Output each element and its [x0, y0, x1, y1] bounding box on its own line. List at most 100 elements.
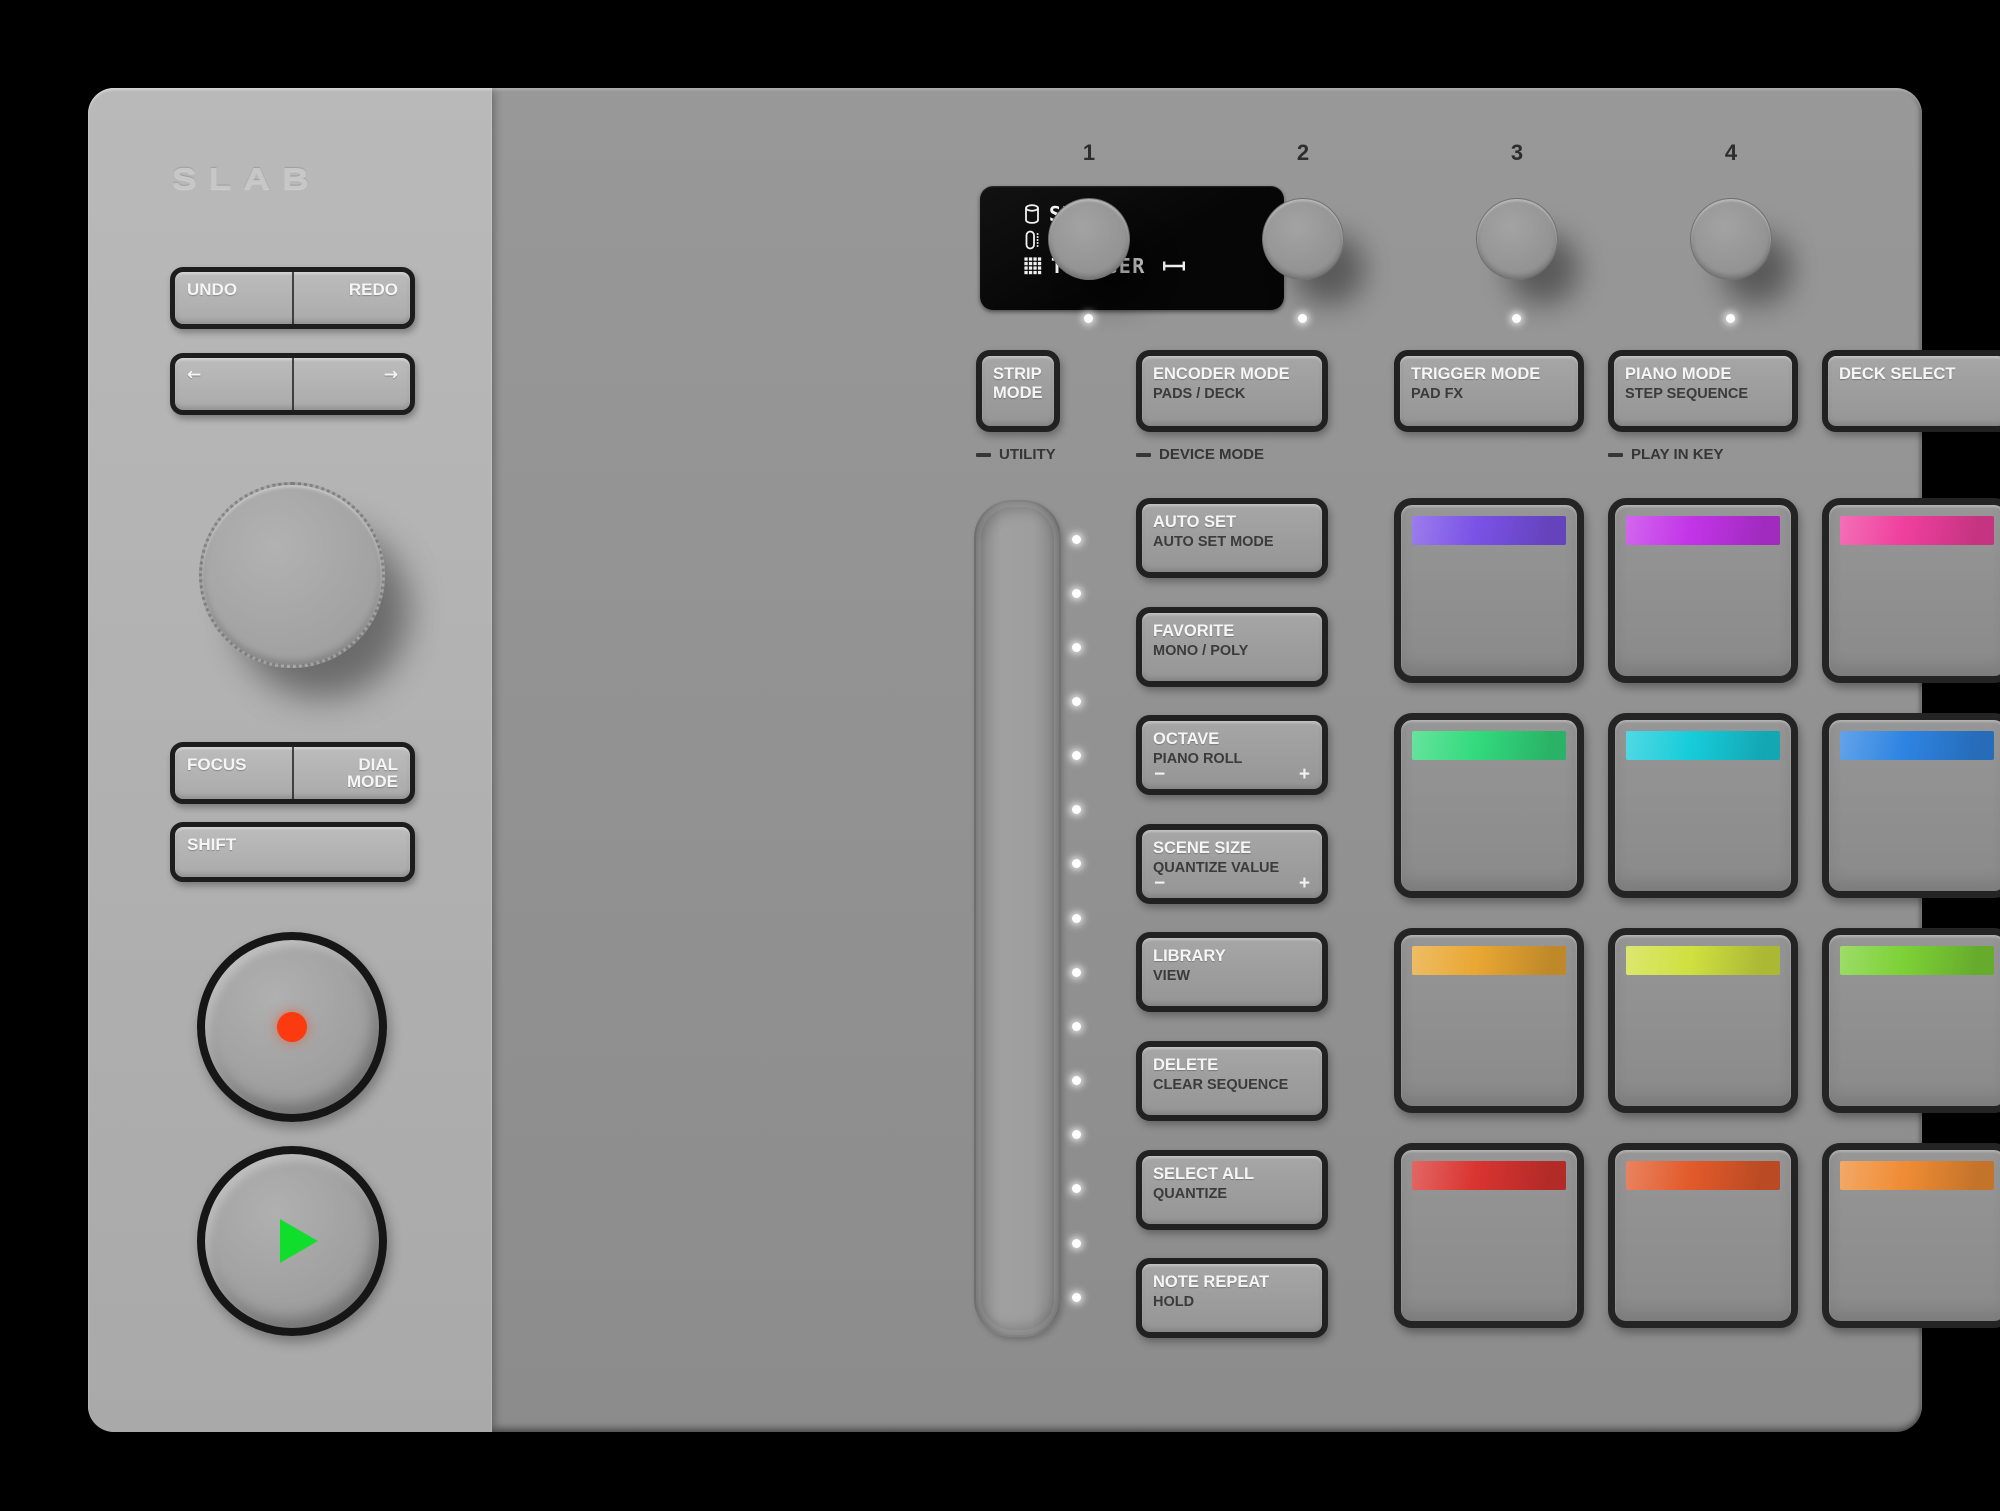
delete-title: DELETE: [1153, 1056, 1311, 1075]
strip-led-7: [1072, 859, 1081, 868]
select-all-title: SELECT ALL: [1153, 1165, 1311, 1184]
play-in-key-sublabel: PLAY IN KEY: [1608, 446, 1724, 463]
left-arrow-icon: ←: [187, 365, 201, 385]
pad-r2-c2[interactable]: [1608, 713, 1798, 898]
strip-led-5: [1072, 751, 1081, 760]
touch-strip[interactable]: [974, 500, 1061, 1337]
pad-r1-c1[interactable]: [1394, 498, 1584, 683]
piano-mode-subtitle: STEP SEQUENCE: [1625, 387, 1781, 403]
trigger-mode-button[interactable]: TRIGGER MODE PAD FX: [1394, 350, 1584, 432]
octave-subtitle: PIANO ROLL: [1153, 752, 1311, 768]
strip-led-4: [1072, 697, 1081, 706]
favorite-subtitle: MONO / POLY: [1153, 644, 1311, 660]
focus-dialmode-button-group: FOCUS DIAL MODE: [170, 742, 415, 804]
favorite-title: FAVORITE: [1153, 622, 1311, 641]
pad-r4-c1[interactable]: [1394, 1143, 1584, 1328]
encoder-knob-4[interactable]: [1690, 198, 1772, 280]
scene-size-subtitle: QUANTIZE VALUE: [1153, 861, 1311, 877]
encoder-mode-button[interactable]: ENCODER MODE PADS / DECK: [1136, 350, 1328, 432]
pad-color-bar: [1840, 731, 1994, 760]
deck-select-title: DECK SELECT: [1839, 365, 1995, 384]
piano-mode-title: PIANO MODE: [1625, 365, 1781, 384]
shift-button[interactable]: SHIFT: [170, 822, 415, 882]
pad-r4-c3[interactable]: [1822, 1143, 2000, 1328]
knob-1-number-label: 1: [1048, 140, 1130, 166]
scene-size-minus-label: −: [1154, 874, 1165, 893]
pad-color-bar: [1840, 1161, 1994, 1190]
knob-4-led: [1726, 314, 1735, 323]
octave-minus-label: −: [1154, 765, 1165, 784]
octave-button[interactable]: OCTAVE PIANO ROLL − +: [1136, 715, 1328, 795]
strip-led-3: [1072, 643, 1081, 652]
trigger-mode-title: TRIGGER MODE: [1411, 365, 1567, 384]
library-button[interactable]: LIBRARY VIEW: [1136, 932, 1328, 1012]
deck-select-button[interactable]: DECK SELECT: [1822, 350, 2000, 432]
encoder-knob-1[interactable]: [1048, 198, 1130, 280]
auto-set-button[interactable]: AUTO SET AUTO SET MODE: [1136, 498, 1328, 578]
note-repeat-button[interactable]: NOTE REPEAT HOLD: [1136, 1258, 1328, 1338]
pad-color-bar: [1412, 516, 1566, 545]
left-panel: SLAB UNDO REDO ← → FOCUS DIAL MODE SHIFT: [88, 88, 492, 1432]
trigger-mode-subtitle: PAD FX: [1411, 387, 1567, 403]
pad-r2-c3[interactable]: [1822, 713, 2000, 898]
pad-color-bar: [1626, 946, 1780, 975]
octave-title: OCTAVE: [1153, 730, 1311, 749]
pad-r3-c1[interactable]: [1394, 928, 1584, 1113]
strip-led-12: [1072, 1130, 1081, 1139]
strip-mode-title: STRIP MODE: [993, 365, 1043, 403]
piano-mode-button[interactable]: PIANO MODE STEP SEQUENCE: [1608, 350, 1798, 432]
pad-r3-c2[interactable]: [1608, 928, 1798, 1113]
knob-3-led: [1512, 314, 1521, 323]
library-title: LIBRARY: [1153, 947, 1311, 966]
encoder-knob-2[interactable]: [1262, 198, 1344, 280]
dash-icon: [976, 453, 991, 457]
strip-mode-button[interactable]: STRIP MODE: [976, 350, 1060, 432]
brand-logo: SLAB: [172, 162, 321, 196]
play-triangle-icon: [280, 1219, 318, 1263]
strip-led-2: [1072, 589, 1081, 598]
note-repeat-title: NOTE REPEAT: [1153, 1273, 1311, 1292]
strip-led-15: [1072, 1293, 1081, 1302]
nav-arrows-button-group: ← →: [170, 353, 415, 415]
library-subtitle: VIEW: [1153, 969, 1311, 985]
pad-color-bar: [1626, 731, 1780, 760]
record-button[interactable]: [197, 932, 387, 1122]
utility-sublabel: UTILITY: [976, 446, 1056, 463]
scene-size-title: SCENE SIZE: [1153, 839, 1311, 858]
pad-color-bar: [1626, 1161, 1780, 1190]
pad-r1-c2[interactable]: [1608, 498, 1798, 683]
browse-dial[interactable]: [199, 482, 385, 668]
redo-button[interactable]: REDO: [292, 272, 411, 324]
slab-controller-device: SLAB UNDO REDO ← → FOCUS DIAL MODE SHIFT: [88, 88, 1922, 1432]
display-screen: STEMS FX1 TRIGGER: [980, 186, 1284, 310]
pad-r3-c3[interactable]: [1822, 928, 2000, 1113]
knob-4-number-label: 4: [1690, 140, 1772, 166]
delete-button[interactable]: DELETE CLEAR SEQUENCE: [1136, 1041, 1328, 1121]
pad-color-bar: [1412, 1161, 1566, 1190]
focus-button[interactable]: FOCUS: [175, 747, 292, 799]
device-mode-sublabel-text: DEVICE MODE: [1159, 446, 1264, 463]
stage: SLAB UNDO REDO ← → FOCUS DIAL MODE SHIFT: [0, 0, 2000, 1511]
nav-left-button[interactable]: ←: [175, 358, 292, 410]
favorite-button[interactable]: FAVORITE MONO / POLY: [1136, 607, 1328, 687]
scene-size-button[interactable]: SCENE SIZE QUANTIZE VALUE − +: [1136, 824, 1328, 904]
auto-set-title: AUTO SET: [1153, 513, 1311, 532]
main-panel: STEMS FX1 TRIGGER 1 2 3 4 STRIP MODE: [492, 88, 1922, 1432]
octave-plus-label: +: [1299, 765, 1310, 784]
dial-mode-button[interactable]: DIAL MODE: [292, 747, 411, 799]
nav-right-button[interactable]: →: [292, 358, 411, 410]
select-all-button[interactable]: SELECT ALL QUANTIZE: [1136, 1150, 1328, 1230]
play-button[interactable]: [197, 1146, 387, 1336]
right-arrow-icon: →: [384, 365, 398, 385]
record-led-icon: [277, 1012, 307, 1042]
pad-r4-c2[interactable]: [1608, 1143, 1798, 1328]
pad-r1-c3[interactable]: [1822, 498, 2000, 683]
pad-color-bar: [1840, 516, 1994, 545]
pad-r2-c1[interactable]: [1394, 713, 1584, 898]
pad-color-bar: [1626, 516, 1780, 545]
stems-icon: [1024, 204, 1040, 224]
play-in-key-sublabel-text: PLAY IN KEY: [1631, 446, 1724, 463]
encoder-knob-3[interactable]: [1476, 198, 1558, 280]
undo-button[interactable]: UNDO: [175, 272, 292, 324]
fx-strip-icon: [1024, 230, 1040, 250]
